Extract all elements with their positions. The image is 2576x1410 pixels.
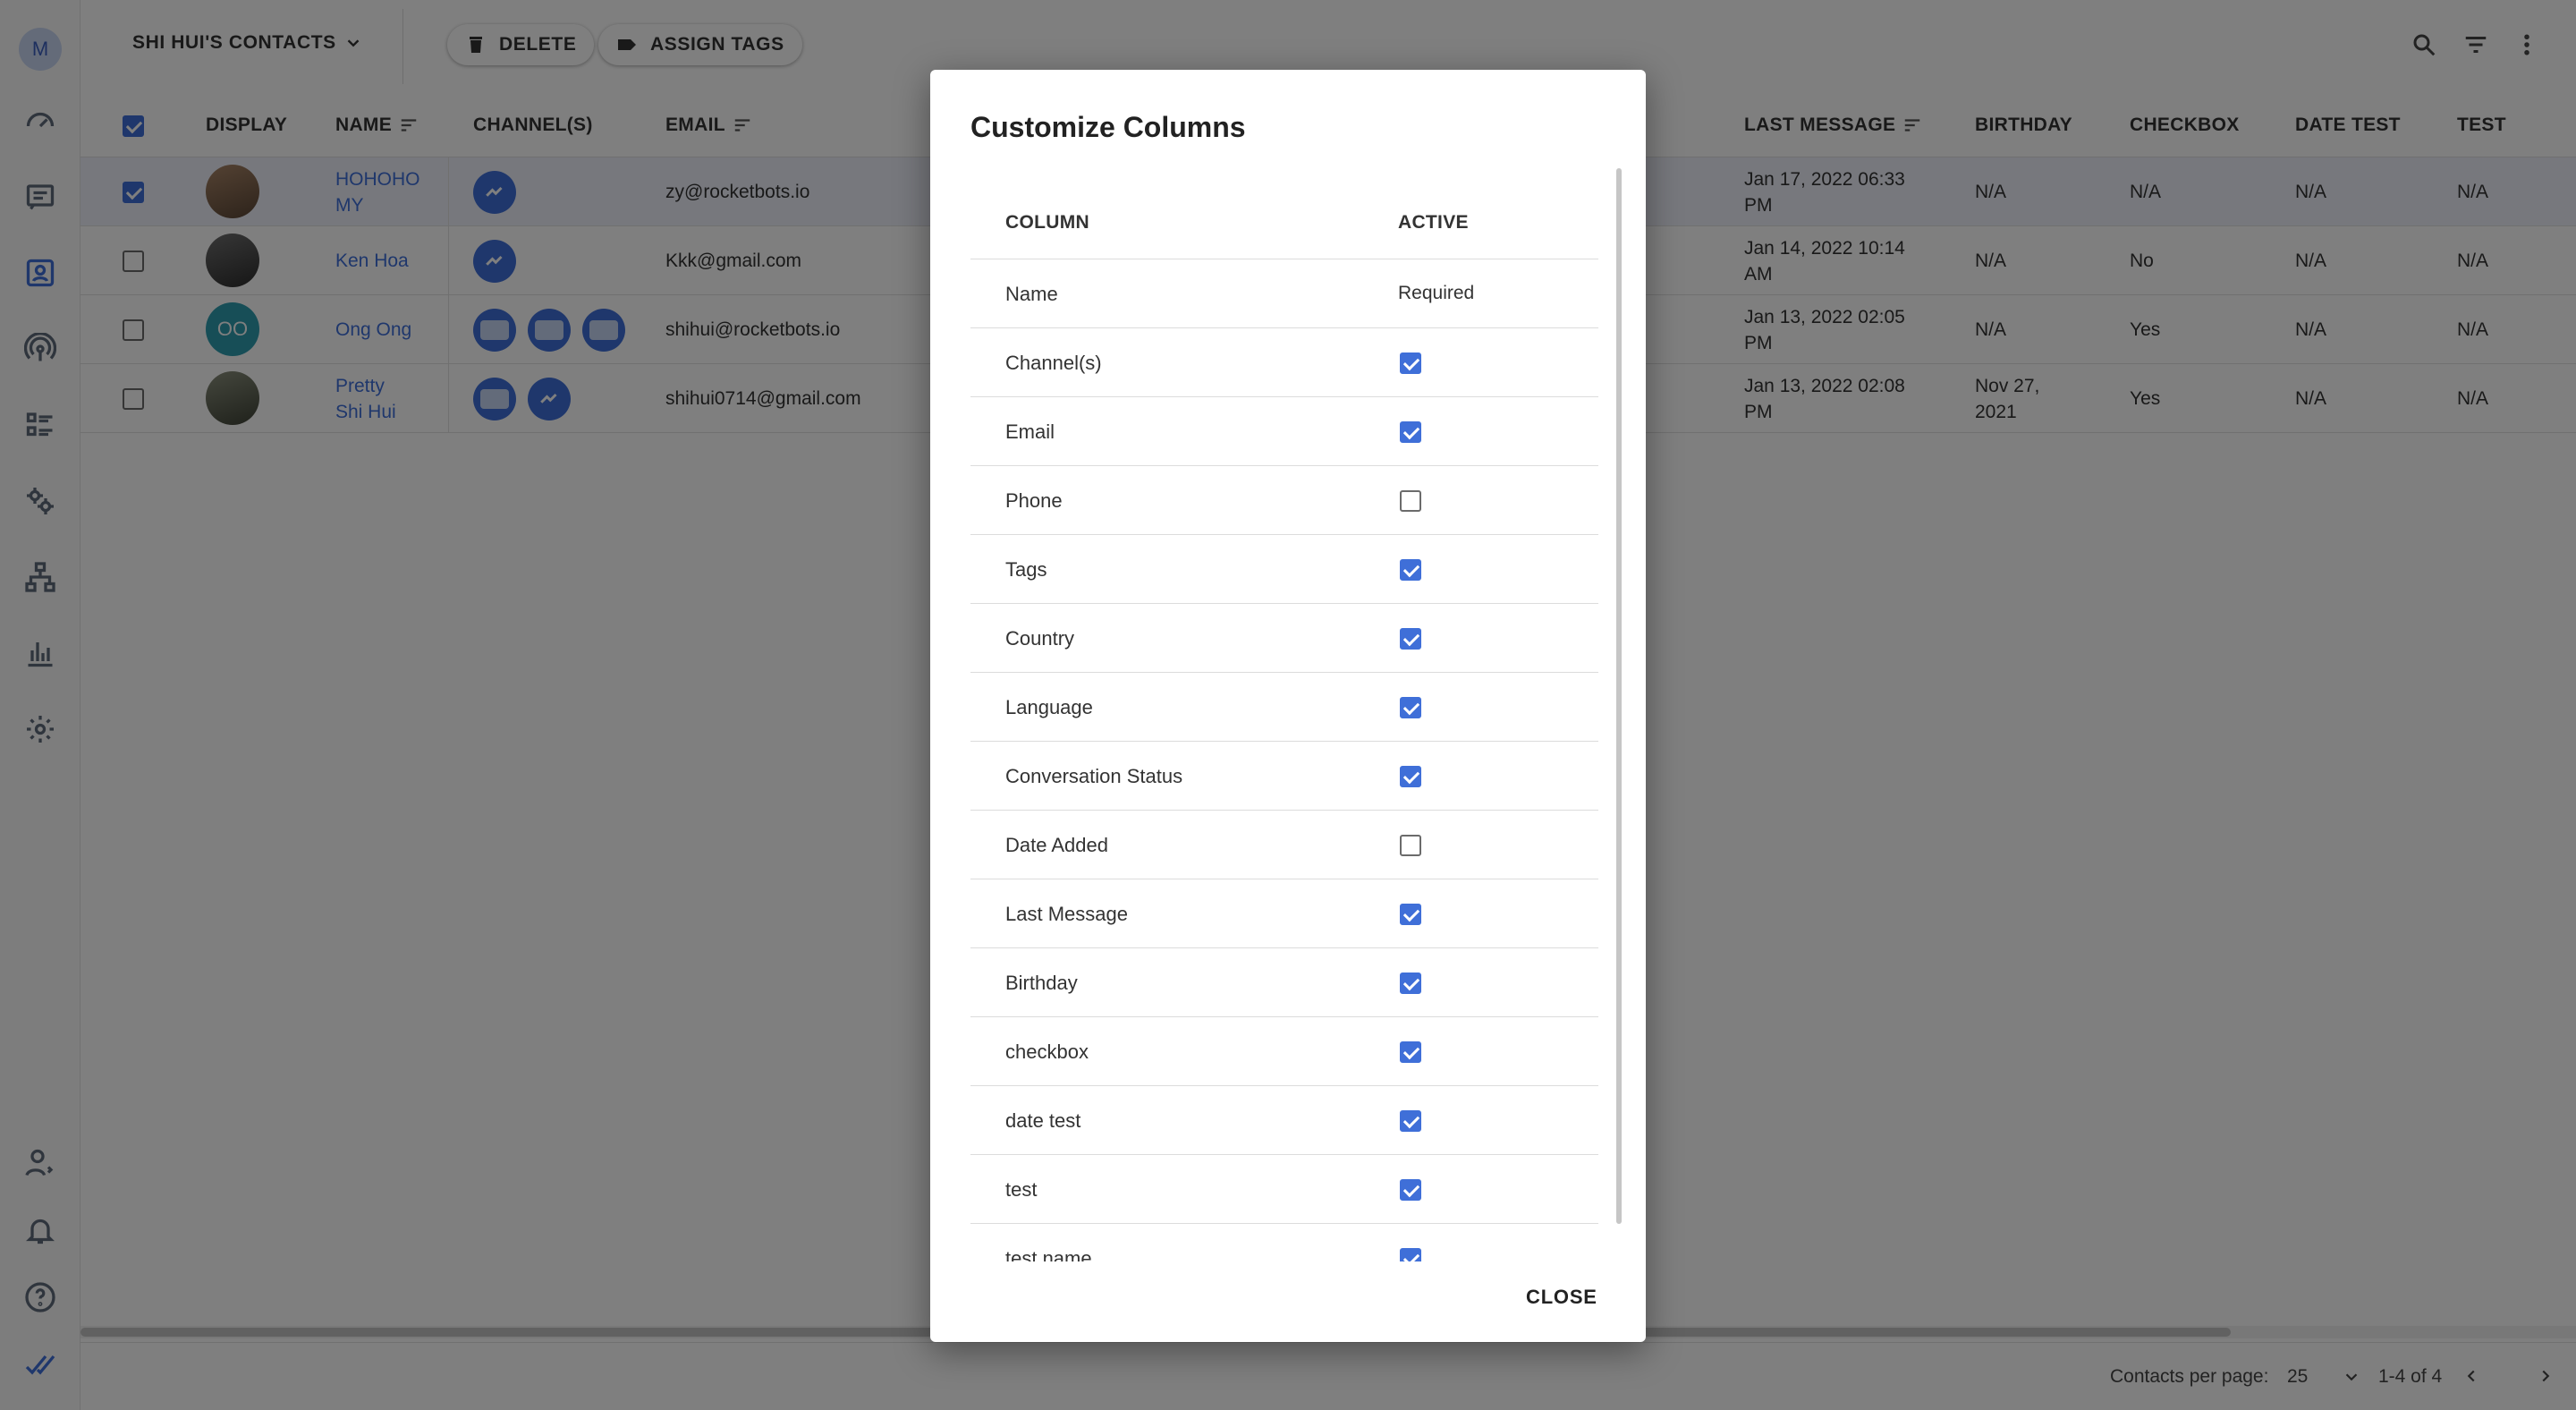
column-active-checkbox[interactable]	[1400, 1179, 1421, 1201]
column-label: Country	[1005, 627, 1075, 650]
column-row-conversation-status: Conversation Status	[970, 742, 1598, 811]
column-row-date-added: Date Added	[970, 811, 1598, 879]
column-row-date-test: date test	[970, 1086, 1598, 1155]
column-row-tags: Tags	[970, 535, 1598, 604]
column-label: Date Added	[1005, 834, 1108, 856]
column-active-checkbox[interactable]	[1400, 835, 1421, 856]
column-row-test-name: test name	[970, 1224, 1598, 1261]
column-active-checkbox[interactable]	[1400, 352, 1421, 374]
column-row-name: Name Required	[970, 259, 1598, 328]
customize-columns-dialog: Customize Columns COLUMN ACTIVE Name Req…	[930, 70, 1646, 1342]
column-label: checkbox	[1005, 1041, 1089, 1063]
column-row-email: Email	[970, 397, 1598, 466]
column-active-checkbox[interactable]	[1400, 628, 1421, 650]
column-active-checkbox[interactable]	[1400, 766, 1421, 787]
column-label: Language	[1005, 696, 1093, 718]
column-active-checkbox[interactable]	[1400, 697, 1421, 718]
column-label: Email	[1005, 420, 1055, 443]
column-label: date test	[1005, 1109, 1081, 1132]
dialog-scrollbar[interactable]	[1616, 168, 1622, 1224]
column-row-channels: Channel(s)	[970, 328, 1598, 397]
column-row-test: test	[970, 1155, 1598, 1224]
column-label: Name	[1005, 283, 1058, 305]
active-header: ACTIVE	[1398, 212, 1469, 233]
column-row-checkbox: checkbox	[970, 1017, 1598, 1086]
column-label: test name	[1005, 1247, 1092, 1261]
column-label: Phone	[1005, 489, 1063, 512]
column-active-checkbox[interactable]	[1400, 490, 1421, 512]
column-label: test	[1005, 1178, 1038, 1201]
dialog-title: Customize Columns	[970, 111, 1246, 143]
column-active-checkbox[interactable]	[1400, 1041, 1421, 1063]
column-header: COLUMN	[1005, 212, 1089, 233]
columns-list-header: COLUMN ACTIVE	[970, 168, 1598, 259]
column-row-birthday: Birthday	[970, 948, 1598, 1017]
required-label: Required	[1398, 283, 1475, 303]
column-label: Tags	[1005, 558, 1047, 581]
column-row-language: Language	[970, 673, 1598, 742]
close-button[interactable]: CLOSE	[1519, 1278, 1605, 1316]
column-row-last-message: Last Message	[970, 879, 1598, 948]
column-active-checkbox[interactable]	[1400, 904, 1421, 925]
column-row-phone: Phone	[970, 466, 1598, 535]
column-active-checkbox[interactable]	[1400, 1248, 1421, 1261]
column-label: Birthday	[1005, 972, 1078, 994]
column-active-checkbox[interactable]	[1400, 1110, 1421, 1132]
columns-list: COLUMN ACTIVE Name Required Channel(s) E…	[970, 168, 1606, 1261]
column-active-checkbox[interactable]	[1400, 559, 1421, 581]
column-row-country: Country	[970, 604, 1598, 673]
column-active-checkbox[interactable]	[1400, 421, 1421, 443]
column-active-checkbox[interactable]	[1400, 973, 1421, 994]
column-label: Last Message	[1005, 903, 1128, 925]
column-label: Channel(s)	[1005, 352, 1102, 374]
column-label: Conversation Status	[1005, 765, 1183, 787]
